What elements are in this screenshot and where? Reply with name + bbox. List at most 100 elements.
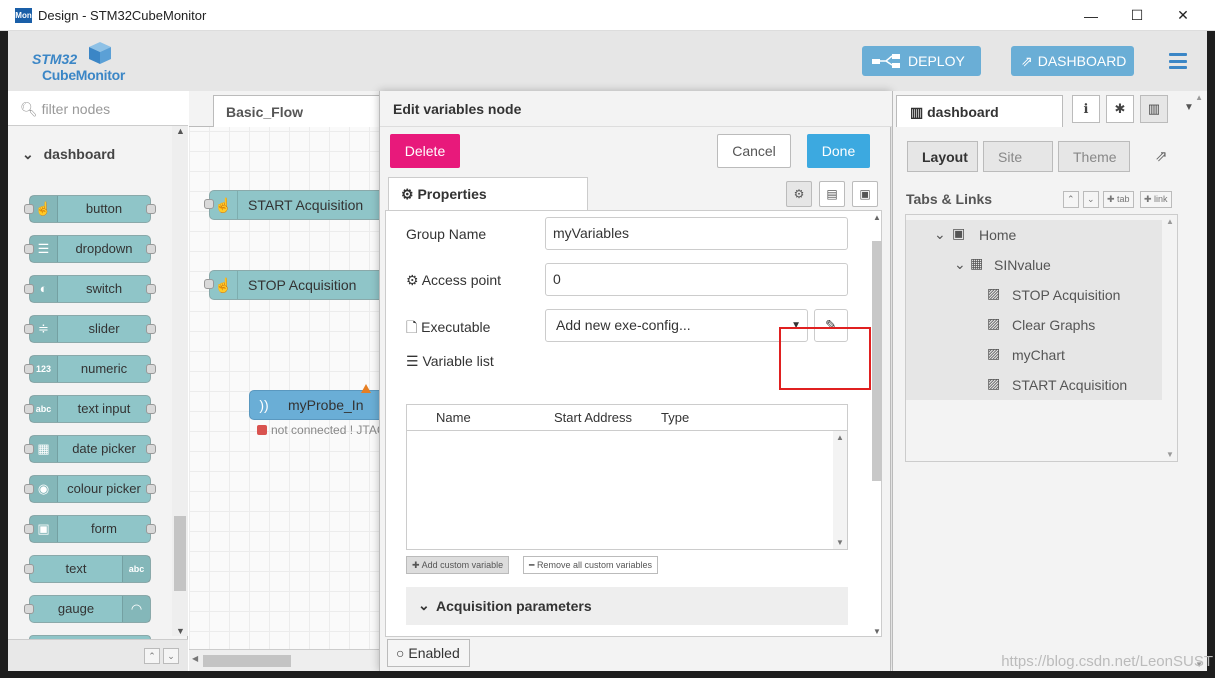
- cube-logo-icon: [89, 42, 111, 64]
- maximize-button[interactable]: ☐: [1114, 0, 1160, 31]
- image-icon: ▨: [987, 345, 1001, 361]
- tree-label: STOP Acquisition: [1012, 287, 1121, 303]
- tab-dashboard[interactable]: ▥ dashboard: [896, 95, 1063, 127]
- description-icon[interactable]: ▤: [819, 181, 845, 207]
- tree-item-home[interactable]: ⌄ ▣ Home: [906, 220, 1162, 250]
- output-port: [146, 364, 156, 374]
- acquisition-label: Acquisition parameters: [436, 598, 592, 614]
- tab-basic-flow[interactable]: Basic_Flow: [213, 95, 383, 127]
- tree-item-stop-acquisition[interactable]: ▨ STOP Acquisition: [906, 280, 1162, 310]
- list-icon: ☰: [406, 353, 419, 369]
- tree-label: myChart: [1012, 347, 1065, 363]
- palette-node-slider[interactable]: ≑ slider: [24, 315, 156, 343]
- caret-down-icon[interactable]: ▼: [1184, 102, 1194, 113]
- palette-node-numeric[interactable]: 123 numeric: [24, 355, 156, 383]
- tree-item-mychart[interactable]: ▨ myChart: [906, 340, 1162, 370]
- move-down-button[interactable]: ⌄: [1083, 191, 1099, 208]
- palette-category-dashboard[interactable]: ⌄ dashboard: [8, 146, 172, 172]
- minimize-button[interactable]: —: [1068, 0, 1114, 31]
- workspace-tabs: Basic_Flow: [189, 91, 383, 127]
- add-link-button[interactable]: ✚ link: [1140, 191, 1172, 208]
- settings-gear-icon[interactable]: ⚙: [786, 181, 812, 207]
- deploy-icon: [872, 54, 900, 68]
- external-link-icon[interactable]: ⇗: [1155, 147, 1168, 165]
- enabled-toggle[interactable]: ○ Enabled: [387, 639, 470, 667]
- bar-chart-icon[interactable]: ▥: [1140, 95, 1168, 123]
- workspace-scroll-thumb[interactable]: [203, 655, 291, 667]
- palette-node-button[interactable]: ☝ button: [24, 195, 156, 223]
- palette-footer: ⌃ ⌄: [8, 639, 188, 671]
- input-port: [24, 204, 34, 214]
- palette-node-switch[interactable]: ◐ switch: [24, 275, 156, 303]
- dashboard-button[interactable]: ⇗ DASHBOARD: [1011, 46, 1134, 76]
- acquisition-parameters-section[interactable]: ⌄ Acquisition parameters: [406, 587, 848, 625]
- add-tab-button[interactable]: ✚ tab: [1103, 191, 1134, 208]
- flow-workspace[interactable]: Basic_Flow ☝ START Acquisition ☝ STOP Acqu…: [189, 91, 409, 671]
- move-up-button[interactable]: ⌃: [1063, 191, 1079, 208]
- tree-item-sinvalue[interactable]: ⌄ ▦ SINvalue: [906, 250, 1162, 280]
- palette-scrollbar[interactable]: ▲ ▼: [172, 126, 188, 636]
- node-palette: 🔍︎ filter nodes ⌄ dashboard ☝ button ☰ dro…: [8, 91, 188, 671]
- add-custom-variable-button[interactable]: ✚ Add custom variable: [406, 556, 510, 574]
- properties-tab-label: Properties: [417, 186, 487, 202]
- access-point-input[interactable]: 0: [545, 263, 848, 296]
- workspace-scrollbar[interactable]: ◀: [189, 649, 379, 671]
- input-port: [204, 199, 214, 209]
- dashboard-tab-label: dashboard: [927, 104, 999, 120]
- node-label: text input: [77, 401, 131, 416]
- logo-text-stm32: STM32: [32, 51, 78, 67]
- abc-icon: abc: [122, 556, 150, 582]
- subtab-layout[interactable]: Layout: [907, 141, 978, 172]
- input-port: [24, 564, 34, 574]
- properties-scrollbar[interactable]: ▲ ▼: [871, 211, 883, 636]
- properties-scroll-thumb[interactable]: [872, 241, 882, 481]
- palette-node-text[interactable]: text abc: [24, 555, 151, 583]
- image-icon: ▨: [987, 285, 1001, 301]
- 123-icon: 123: [30, 356, 58, 382]
- variable-table-scrollbar[interactable]: ▲ ▼: [833, 431, 847, 549]
- menu-icon[interactable]: [1169, 53, 1187, 69]
- subtab-site[interactable]: Site: [983, 141, 1053, 172]
- tree-label: START Acquisition: [1012, 377, 1128, 393]
- executable-select[interactable]: Add new exe-config... ▼: [545, 309, 808, 342]
- tree-item-clear-graphs[interactable]: ▨ Clear Graphs: [906, 310, 1162, 340]
- remove-all-custom-variables-button[interactable]: ━ Remove all custom variables: [523, 556, 658, 574]
- input-port: [24, 324, 34, 334]
- list-icon: ☰: [30, 236, 58, 262]
- tab-properties[interactable]: ⚙ Properties: [388, 177, 588, 210]
- tree-scrollbar[interactable]: ▲ ▼: [1163, 215, 1177, 461]
- group-name-input[interactable]: myVariables: [545, 217, 848, 250]
- tree-item-start-acquisition[interactable]: ▨ START Acquisition: [906, 370, 1162, 400]
- delete-button[interactable]: Delete: [390, 134, 460, 168]
- palette-scroll-thumb[interactable]: [174, 516, 186, 591]
- output-port: [146, 444, 156, 454]
- column-start-address: Start Address: [554, 410, 633, 425]
- variable-table-header: Name Start Address Type: [407, 405, 847, 431]
- node-label: START Acquisition: [248, 197, 364, 213]
- watermark: https://blog.csdn.net/LeonSUST: [1001, 653, 1213, 670]
- palette-node-date-picker[interactable]: ▦ date picker: [24, 435, 156, 463]
- properties-panel: Group Name myVariables ⚙ Access point 0 …: [385, 210, 882, 637]
- appearance-icon[interactable]: ▣: [852, 181, 878, 207]
- palette-node-text-input[interactable]: abc text input: [24, 395, 156, 423]
- close-button[interactable]: ✕: [1160, 0, 1206, 31]
- executable-label: 🗋︎ Executable: [406, 317, 490, 341]
- expand-all-button[interactable]: ⌄: [163, 648, 179, 664]
- scroll-up-icon: ▲: [1166, 217, 1174, 226]
- palette-node-form[interactable]: ▣ form: [24, 515, 156, 543]
- filter-nodes-input[interactable]: 🔍︎ filter nodes: [8, 91, 188, 126]
- bug-icon[interactable]: ✱: [1106, 95, 1134, 123]
- plus-icon: ✚: [412, 560, 420, 570]
- info-icon[interactable]: ℹ: [1072, 95, 1100, 123]
- chevron-down-icon: ⌄: [954, 256, 966, 272]
- subtab-theme[interactable]: Theme: [1058, 141, 1130, 172]
- cancel-button[interactable]: Cancel: [717, 134, 791, 168]
- palette-node-dropdown[interactable]: ☰ dropdown: [24, 235, 156, 263]
- deploy-button[interactable]: DEPLOY: [862, 46, 981, 76]
- palette-node-gauge[interactable]: gauge ◠: [24, 595, 151, 623]
- palette-node-colour-picker[interactable]: ◉ colour picker: [24, 475, 156, 503]
- input-port: [204, 279, 214, 289]
- scroll-up-icon: ▲: [1195, 93, 1203, 102]
- done-button[interactable]: Done: [807, 134, 870, 168]
- collapse-all-button[interactable]: ⌃: [144, 648, 160, 664]
